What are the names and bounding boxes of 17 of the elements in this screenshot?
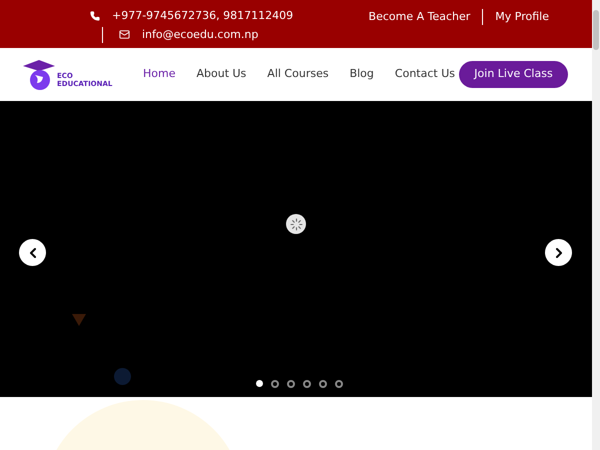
next-slide-button[interactable] [545, 239, 572, 266]
phone-number: +977-9745672736, 9817112409 [112, 8, 294, 24]
top-link[interactable]: My Profile [482, 8, 561, 26]
graduation-globe-icon [23, 58, 55, 92]
nav-link[interactable]: About Us [196, 66, 246, 83]
mail-icon [119, 29, 130, 40]
triangle-shape [72, 314, 86, 326]
email-address: info@ecoedu.com.np [142, 26, 258, 42]
join-live-class-button[interactable]: Join Live Class [459, 61, 568, 88]
top-link[interactable]: Become A Teacher [356, 8, 482, 26]
nav-link[interactable]: Blog [350, 66, 374, 83]
loading-spinner [286, 214, 306, 234]
previous-slide-button[interactable] [19, 239, 46, 266]
phone-icon [90, 11, 100, 22]
nav-link[interactable]: Home [143, 66, 176, 83]
nav-link[interactable]: Contact Us [394, 66, 455, 83]
nav-link[interactable]: All Courses [267, 66, 329, 83]
